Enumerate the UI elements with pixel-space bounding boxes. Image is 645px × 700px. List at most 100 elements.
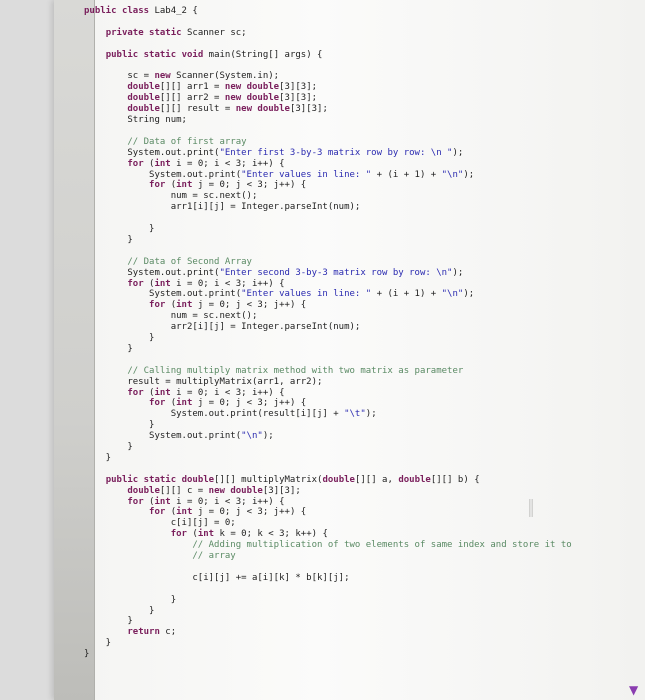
code-text: for (int j = 0; j < 3; j++) { (149, 507, 307, 518)
code-line[interactable]: 55 for (int i = 0; i < 3; i++) { (54, 497, 645, 508)
code-line[interactable]: 51 } (54, 453, 645, 464)
code-line[interactable]: 29 (54, 213, 645, 224)
line-number: 14● (54, 50, 63, 61)
line-number: 60 (54, 551, 63, 562)
code-text: num = sc.next(); (84, 191, 258, 202)
code-line[interactable]: 11 (54, 17, 645, 28)
code-text: // Adding multiplication of two elements… (84, 540, 572, 551)
line-number: 29 (54, 213, 63, 224)
code-text: public static void main(String[] args) { (105, 49, 323, 60)
code-line[interactable]: 19 double[][] result = new double[3][3]; (54, 104, 645, 115)
line-number: 47 (54, 409, 63, 420)
code-text: c[i][j] += a[i][k] * b[k][j]; (84, 572, 350, 583)
code-line[interactable]: 27 num = sc.next(); (54, 191, 645, 202)
code-text: String num; (84, 115, 187, 125)
code-line[interactable]: 28 arr1[i][j] = Integer.parseInt(num); (54, 202, 645, 213)
line-number: 58 (54, 529, 63, 540)
code-line[interactable]: 18 double[][] arr2 = new double[3][3]; (54, 93, 645, 104)
code-line[interactable]: 30 } (54, 224, 645, 235)
code-line[interactable]: 39 arr2[i][j] = Integer.parseInt(num); (54, 322, 645, 333)
code-line[interactable]: 21 (54, 126, 645, 137)
code-line[interactable]: 17 double[][] arr1 = new double[3][3]; (54, 82, 645, 93)
line-number: 45 (54, 388, 63, 399)
code-text: } (84, 333, 155, 343)
code-line[interactable]: 40 } (54, 333, 645, 344)
code-line[interactable]: 38 num = sc.next(); (54, 311, 645, 322)
code-line[interactable]: 36 System.out.print("Enter values in lin… (54, 289, 645, 300)
code-line[interactable]: 63 (54, 584, 645, 595)
code-line[interactable]: 22 // Data of first array (54, 137, 645, 148)
code-text: } (84, 442, 133, 452)
code-text: System.out.print("Enter first 3-by-3 mat… (84, 147, 464, 158)
line-number: 35 (54, 279, 63, 290)
code-line[interactable]: 64 } (54, 595, 645, 606)
code-line[interactable]: 62 c[i][j] += a[i][k] * b[k][j]; (54, 573, 645, 584)
code-line[interactable]: 48 } (54, 420, 645, 431)
code-line[interactable]: 23 System.out.print("Enter first 3-by-3 … (54, 148, 645, 159)
code-line[interactable]: 52 (54, 464, 645, 475)
line-number: 27 (54, 191, 63, 202)
code-line[interactable]: 20 String num; (54, 115, 645, 126)
code-line[interactable]: 32 (54, 246, 645, 257)
code-line[interactable]: 61 (54, 562, 645, 573)
line-number: 62 (54, 573, 63, 584)
code-editor[interactable]: 10● public class Lab4_2 {1112 private sta… (54, 0, 645, 700)
line-number: 32 (54, 246, 63, 257)
code-text: double[][] c = new double[3][3]; (127, 485, 301, 496)
code-line[interactable]: 67 return c; (54, 627, 645, 638)
code-line[interactable]: 15 (54, 61, 645, 72)
code-line[interactable]: 50 } (54, 442, 645, 453)
code-line[interactable]: 47 System.out.print(result[i][j] + "\t")… (54, 409, 645, 420)
code-text: } (84, 605, 155, 616)
code-line[interactable]: 45 for (int i = 0; i < 3; i++) { (54, 388, 645, 399)
line-number: 23 (54, 148, 63, 159)
code-line[interactable]: 37 for (int j = 0; j < 3; j++) { (54, 300, 645, 311)
code-line[interactable]: 69} (54, 649, 645, 660)
code-line[interactable]: 49 System.out.print("\n"); (54, 431, 645, 442)
code-line[interactable]: 68 } (54, 638, 645, 649)
line-number: 37 (54, 300, 63, 311)
code-line[interactable]: 56 for (int j = 0; j < 3; j++) { (54, 507, 645, 518)
code-line[interactable]: 31 } (54, 235, 645, 246)
line-number: 61 (54, 562, 63, 573)
code-line[interactable]: 24 for (int i = 0; i < 3; i++) { (54, 159, 645, 170)
code-line[interactable]: 25 System.out.print("Enter values in lin… (54, 170, 645, 181)
line-number: 21 (54, 126, 63, 137)
code-line[interactable]: 65 } (54, 606, 645, 617)
code-text: } (84, 234, 133, 245)
code-line[interactable]: 66 } (54, 616, 645, 627)
code-line[interactable]: 42 (54, 355, 645, 366)
code-line[interactable]: 26 for (int j = 0; j < 3; j++) { (54, 180, 645, 191)
code-line[interactable]: 53● public static double[][] multiplyMat… (54, 475, 645, 486)
code-line[interactable]: 14● public static void main(String[] arg… (54, 50, 645, 61)
code-line[interactable]: 54 double[][] c = new double[3][3]; (54, 486, 645, 497)
line-number: 50 (54, 442, 63, 453)
code-line[interactable]: 10● public class Lab4_2 { (54, 6, 645, 17)
code-text: public class Lab4_2 { (84, 6, 198, 16)
code-line[interactable]: 59 // Adding multiplication of two eleme… (54, 540, 645, 551)
code-text: } (84, 452, 112, 463)
code-line[interactable]: 46 for (int j = 0; j < 3; j++) { (54, 398, 645, 409)
line-number: 46 (54, 398, 63, 409)
line-number: 11 (54, 17, 63, 28)
line-number: 48 (54, 420, 63, 431)
code-line[interactable]: 33 // Data of Second Array (54, 257, 645, 268)
code-text: // array (84, 551, 236, 561)
code-line[interactable]: 58 for (int k = 0; k < 3; k++) { (54, 529, 645, 540)
line-number: 53● (54, 475, 63, 486)
code-line[interactable]: 35 for (int i = 0; i < 3; i++) { (54, 279, 645, 290)
code-line[interactable]: 13 (54, 39, 645, 50)
code-line[interactable]: 34 System.out.print("Enter second 3-by-3… (54, 268, 645, 279)
code-line[interactable]: 44 result = multiplyMatrix(arr1, arr2); (54, 377, 645, 388)
code-line[interactable]: 60 // array (54, 551, 645, 562)
code-line[interactable]: 41 } (54, 344, 645, 355)
code-text: System.out.print("Enter values in line: … (84, 289, 475, 300)
code-line[interactable]: 43 // Calling multiply matrix method wit… (54, 366, 645, 377)
code-text: num = sc.next(); (84, 311, 258, 322)
line-number: 15 (54, 61, 63, 72)
line-number: 55 (54, 497, 63, 508)
code-line[interactable]: 12 private static Scanner sc; (54, 28, 645, 39)
code-line[interactable]: 57 c[i][j] = 0; (54, 518, 645, 529)
code-line[interactable]: 16 sc = new Scanner(System.in); (54, 71, 645, 82)
scroll-indicator-icon[interactable]: ▼ (629, 683, 639, 697)
